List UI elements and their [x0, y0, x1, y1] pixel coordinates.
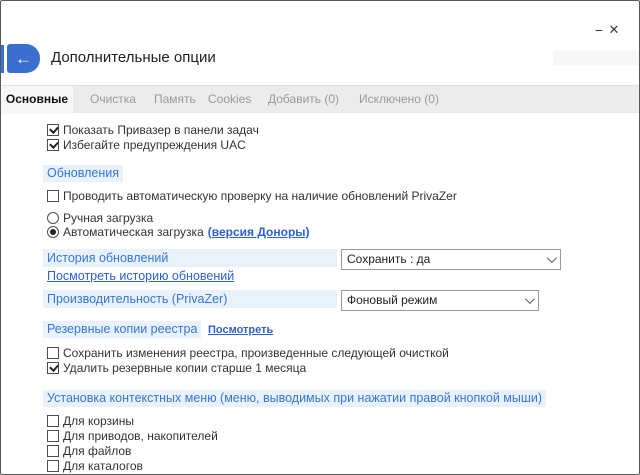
checkbox-show-in-taskbar[interactable]: Показать Привазер в панели задач [47, 122, 259, 137]
chevron-down-icon [543, 252, 558, 267]
checkbox-box [47, 414, 59, 427]
back-button-edge [1, 45, 4, 73]
history-select-value: Сохранить : да [347, 252, 431, 266]
checkbox-label: Сохранить изменения реестра, произведенн… [63, 345, 449, 360]
view-update-history-link[interactable]: Посмотреть историю обновений [47, 269, 234, 283]
checkbox-label: Для файлов [63, 443, 132, 458]
checkbox-box [47, 138, 59, 151]
checkbox-box [47, 429, 59, 442]
checkbox-avoid-uac[interactable]: Избегайте предупреждения UAC [47, 137, 246, 152]
performance-select-value: Фоновый режим [347, 293, 438, 307]
checkbox-box [47, 346, 59, 359]
checkbox-context-recycle-bin[interactable]: Для корзины [47, 413, 134, 428]
checkbox-context-folders[interactable]: Для каталогов [47, 458, 143, 473]
tab-add[interactable]: Добавить (0) [268, 86, 339, 114]
checkbox-box [47, 123, 59, 136]
tab-cleanup[interactable]: Очистка [90, 86, 136, 114]
checkbox-label: Удалить резервные копии старше 1 месяца [63, 360, 307, 375]
checkbox-delete-old-backups[interactable]: Удалить резервные копии старше 1 месяца [47, 360, 306, 375]
radio-circle [47, 211, 59, 224]
faint-panel [553, 51, 639, 65]
tab-cookies[interactable]: Cookies [208, 86, 251, 114]
updates-heading: Обновления [43, 165, 123, 182]
checkbox-label: Для каталогов [63, 458, 143, 473]
checkbox-box [47, 444, 59, 457]
tab-bar: Основные Очистка Память Cookies Добавить… [1, 85, 639, 114]
back-arrow-icon: ← [15, 48, 32, 68]
radio-label: Ручная загрузка [63, 210, 154, 225]
checkbox-box [47, 459, 59, 472]
checkbox-label: Избегайте предупреждения UAC [63, 137, 246, 152]
checkbox-context-drives[interactable]: Для приводов, накопителей [47, 428, 218, 443]
performance-select[interactable]: Фоновый режим [341, 290, 539, 311]
radio-label: Автоматическая загрузка [63, 224, 204, 239]
close-button[interactable]: ✕ [602, 19, 626, 41]
update-history-label: История обновлений [43, 249, 337, 267]
performance-label: Производительность (PrivaZer) [43, 290, 337, 308]
checkbox-label: Проводить автоматическую проверку на нал… [63, 188, 457, 203]
view-registry-backups-link[interactable]: Посмотреть [208, 324, 273, 336]
tab-excluded[interactable]: Исключено (0) [359, 86, 439, 114]
tab-memory[interactable]: Память [154, 86, 196, 114]
radio-circle [47, 225, 59, 238]
radio-auto-download[interactable]: Автоматическая загрузка (версия Доноры) [47, 224, 310, 239]
checkbox-box [47, 361, 59, 374]
checkbox-auto-update-check[interactable]: Проводить автоматическую проверку на нал… [47, 188, 457, 203]
checkbox-context-files[interactable]: Для файлов [47, 443, 131, 458]
page-title: Дополнительные опции [51, 49, 216, 66]
registry-backups-heading: Резервные копии реестра [43, 321, 202, 338]
radio-manual-download[interactable]: Ручная загрузка [47, 210, 153, 225]
checkbox-keep-registry-changes[interactable]: Сохранить изменения реестра, произведенн… [47, 345, 449, 360]
checkbox-label: Для корзины [63, 413, 135, 428]
chevron-down-icon [521, 293, 536, 308]
history-select[interactable]: Сохранить : да [341, 249, 561, 270]
tab-general[interactable]: Основные [1, 86, 73, 114]
context-menu-heading: Установка контекстных меню (меню, выводи… [43, 390, 547, 407]
options-window: − ✕ ← Дополнительные опции Основные Очис… [0, 0, 640, 475]
checkbox-box [47, 189, 59, 202]
back-button[interactable]: ← [7, 44, 40, 73]
checkbox-label: Показать Привазер в панели задач [63, 122, 259, 137]
checkbox-label: Для приводов, накопителей [63, 428, 218, 443]
donor-version-link[interactable]: (версия Доноры) [208, 225, 310, 239]
